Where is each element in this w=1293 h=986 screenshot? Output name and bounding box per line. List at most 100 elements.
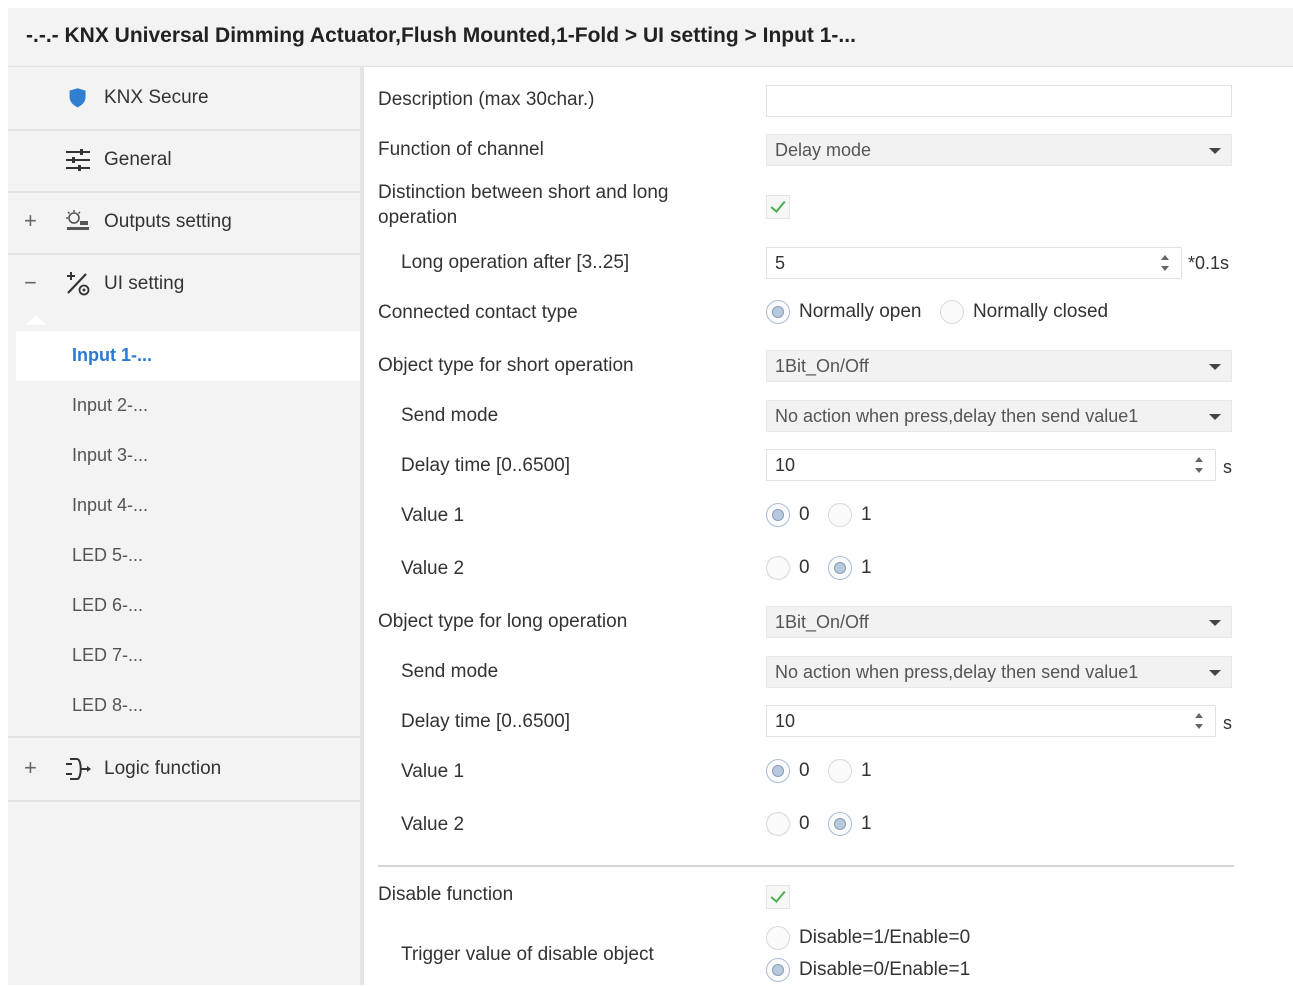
sidebar-item-label: Logic function: [104, 758, 222, 779]
distinction-label-line2: operation: [378, 207, 458, 228]
sidebar-subitem-led-8[interactable]: LED 8-...: [8, 681, 360, 731]
sidebar-subitem-input-2[interactable]: Input 2-...: [8, 381, 360, 431]
long-object-type-select[interactable]: 1Bit_On/Off: [766, 606, 1232, 638]
trigger-value-label: Trigger value of disable object: [401, 944, 654, 965]
short-object-type-label: Object type for short operation: [378, 355, 634, 376]
sidebar-subitem-input-3[interactable]: Input 3-...: [8, 431, 360, 481]
chevron-down-icon: [1209, 364, 1221, 370]
long-delay-time-unit: s: [1223, 713, 1232, 733]
sliders-icon: [64, 147, 92, 173]
collapse-icon[interactable]: −: [24, 270, 37, 296]
long-value2-radio-0[interactable]: [766, 812, 790, 836]
sidebar-subitem-input-4[interactable]: Input 4-...: [8, 481, 360, 531]
expand-icon[interactable]: +: [24, 208, 37, 234]
sidebar-subitem-label: LED 8-...: [72, 695, 144, 715]
sidebar-subitem-led-5[interactable]: LED 5-...: [8, 531, 360, 581]
long-value1-radio-group: 0 1: [766, 759, 872, 787]
selection-notch: [26, 315, 46, 325]
spin-up-icon[interactable]: [1161, 255, 1169, 260]
distinction-checkbox[interactable]: [766, 195, 790, 219]
logic-icon: [64, 756, 92, 782]
radio-option-label: Disable=0/Enable=1: [799, 959, 971, 980]
distinction-label-line1: Distinction between short and long: [378, 182, 669, 203]
title-bar: -.-.- KNX Universal Dimming Actuator,Flu…: [8, 8, 1293, 67]
long-operation-after-label: Long operation after [3..25]: [401, 252, 630, 273]
spin-down-icon[interactable]: [1195, 468, 1203, 473]
ui-setting-icon: [64, 271, 92, 297]
sidebar-subitem-input-1[interactable]: Input 1-...: [16, 331, 360, 381]
contact-type-label: Connected contact type: [378, 302, 578, 323]
sidebar-item-label: General: [104, 149, 172, 170]
chevron-down-icon: [1209, 148, 1221, 154]
long-send-mode-select[interactable]: No action when press,delay then send val…: [766, 656, 1232, 688]
description-input[interactable]: [766, 85, 1232, 117]
long-send-mode-value: No action when press,delay then send val…: [775, 662, 1139, 682]
sidebar-subitem-led-7[interactable]: LED 7-...: [8, 631, 360, 681]
trigger-value-radio-disable1[interactable]: [766, 926, 790, 950]
trigger-value-radio-disable0[interactable]: [766, 958, 790, 982]
short-value1-label: Value 1: [401, 505, 465, 526]
sidebar-item-knx-secure[interactable]: KNX Secure: [8, 67, 360, 131]
long-operation-after-value: 5: [775, 253, 786, 273]
function-of-channel-value: Delay mode: [775, 140, 872, 160]
spin-up-icon[interactable]: [1195, 457, 1203, 462]
section-divider: [378, 865, 1234, 867]
short-value2-radio-1[interactable]: [828, 556, 853, 580]
shield-icon: [64, 85, 92, 111]
short-delay-time-value: 10: [775, 455, 796, 475]
short-value1-radio-group: 0 1: [766, 503, 872, 531]
spin-up-icon[interactable]: [1195, 713, 1203, 718]
short-object-type-select[interactable]: 1Bit_On/Off: [766, 350, 1232, 382]
short-delay-time-label: Delay time [0..6500]: [401, 455, 570, 476]
long-delay-time-spinbox[interactable]: 10: [766, 705, 1216, 737]
chevron-down-icon: [1209, 414, 1221, 420]
disable-function-label: Disable function: [378, 884, 514, 905]
disable-function-checkbox[interactable]: [766, 885, 790, 909]
long-object-type-value: 1Bit_On/Off: [775, 612, 869, 632]
radio-option-label: Disable=1/Enable=0: [799, 927, 971, 948]
outputs-icon: [64, 209, 92, 235]
sidebar: KNX Secure General + Outputs setting − U…: [8, 67, 364, 985]
expand-icon[interactable]: +: [24, 755, 37, 781]
short-send-mode-select[interactable]: No action when press,delay then send val…: [766, 400, 1232, 432]
sidebar-item-outputs-setting[interactable]: + Outputs setting: [8, 191, 360, 255]
trigger-value-option-2: Disable=0/Enable=1: [766, 958, 970, 986]
radio-option-label: 0: [799, 557, 810, 578]
short-value2-label: Value 2: [401, 558, 465, 579]
sidebar-item-general[interactable]: General: [8, 129, 360, 193]
checkmark-icon: [770, 887, 786, 903]
long-value2-radio-1[interactable]: [828, 812, 853, 836]
sidebar-item-ui-setting[interactable]: − UI setting: [8, 253, 360, 315]
sidebar-subitem-led-6[interactable]: LED 6-...: [8, 581, 360, 631]
radio-option-label: 0: [799, 504, 810, 525]
contact-type-normally-open-radio[interactable]: [766, 300, 790, 324]
long-operation-after-spinbox[interactable]: 5: [766, 247, 1182, 279]
radio-option-label: 1: [861, 760, 872, 781]
contact-type-normally-closed-radio[interactable]: [939, 300, 964, 324]
short-value2-radio-group: 0 1: [766, 556, 872, 584]
short-send-mode-value: No action when press,delay then send val…: [775, 406, 1139, 426]
sidebar-subitem-label: LED 5-...: [72, 545, 144, 565]
trigger-value-option-1: Disable=1/Enable=0: [766, 926, 970, 954]
long-value2-radio-group: 0 1: [766, 812, 872, 840]
spin-down-icon[interactable]: [1161, 266, 1169, 271]
long-value1-radio-1[interactable]: [828, 759, 853, 783]
sidebar-subitem-label: Input 2-...: [72, 395, 149, 415]
long-value1-label: Value 1: [401, 761, 465, 782]
sidebar-subitem-label: Input 3-...: [72, 445, 149, 465]
short-delay-time-spinbox[interactable]: 10: [766, 449, 1216, 481]
sidebar-item-label: Outputs setting: [104, 211, 232, 232]
spin-down-icon[interactable]: [1195, 724, 1203, 729]
short-value1-radio-1[interactable]: [828, 503, 853, 527]
long-value1-radio-0[interactable]: [766, 759, 790, 783]
radio-option-label: 1: [861, 813, 872, 834]
radio-option-label: 1: [861, 557, 872, 578]
short-value2-radio-0[interactable]: [766, 556, 790, 580]
short-value1-radio-0[interactable]: [766, 503, 790, 527]
sidebar-item-logic-function[interactable]: + Logic function: [8, 736, 360, 802]
long-delay-time-label: Delay time [0..6500]: [401, 711, 570, 732]
chevron-down-icon: [1209, 620, 1221, 626]
sidebar-item-label: UI setting: [104, 273, 185, 294]
short-delay-time-unit: s: [1223, 457, 1232, 477]
function-of-channel-select[interactable]: Delay mode: [766, 134, 1232, 166]
